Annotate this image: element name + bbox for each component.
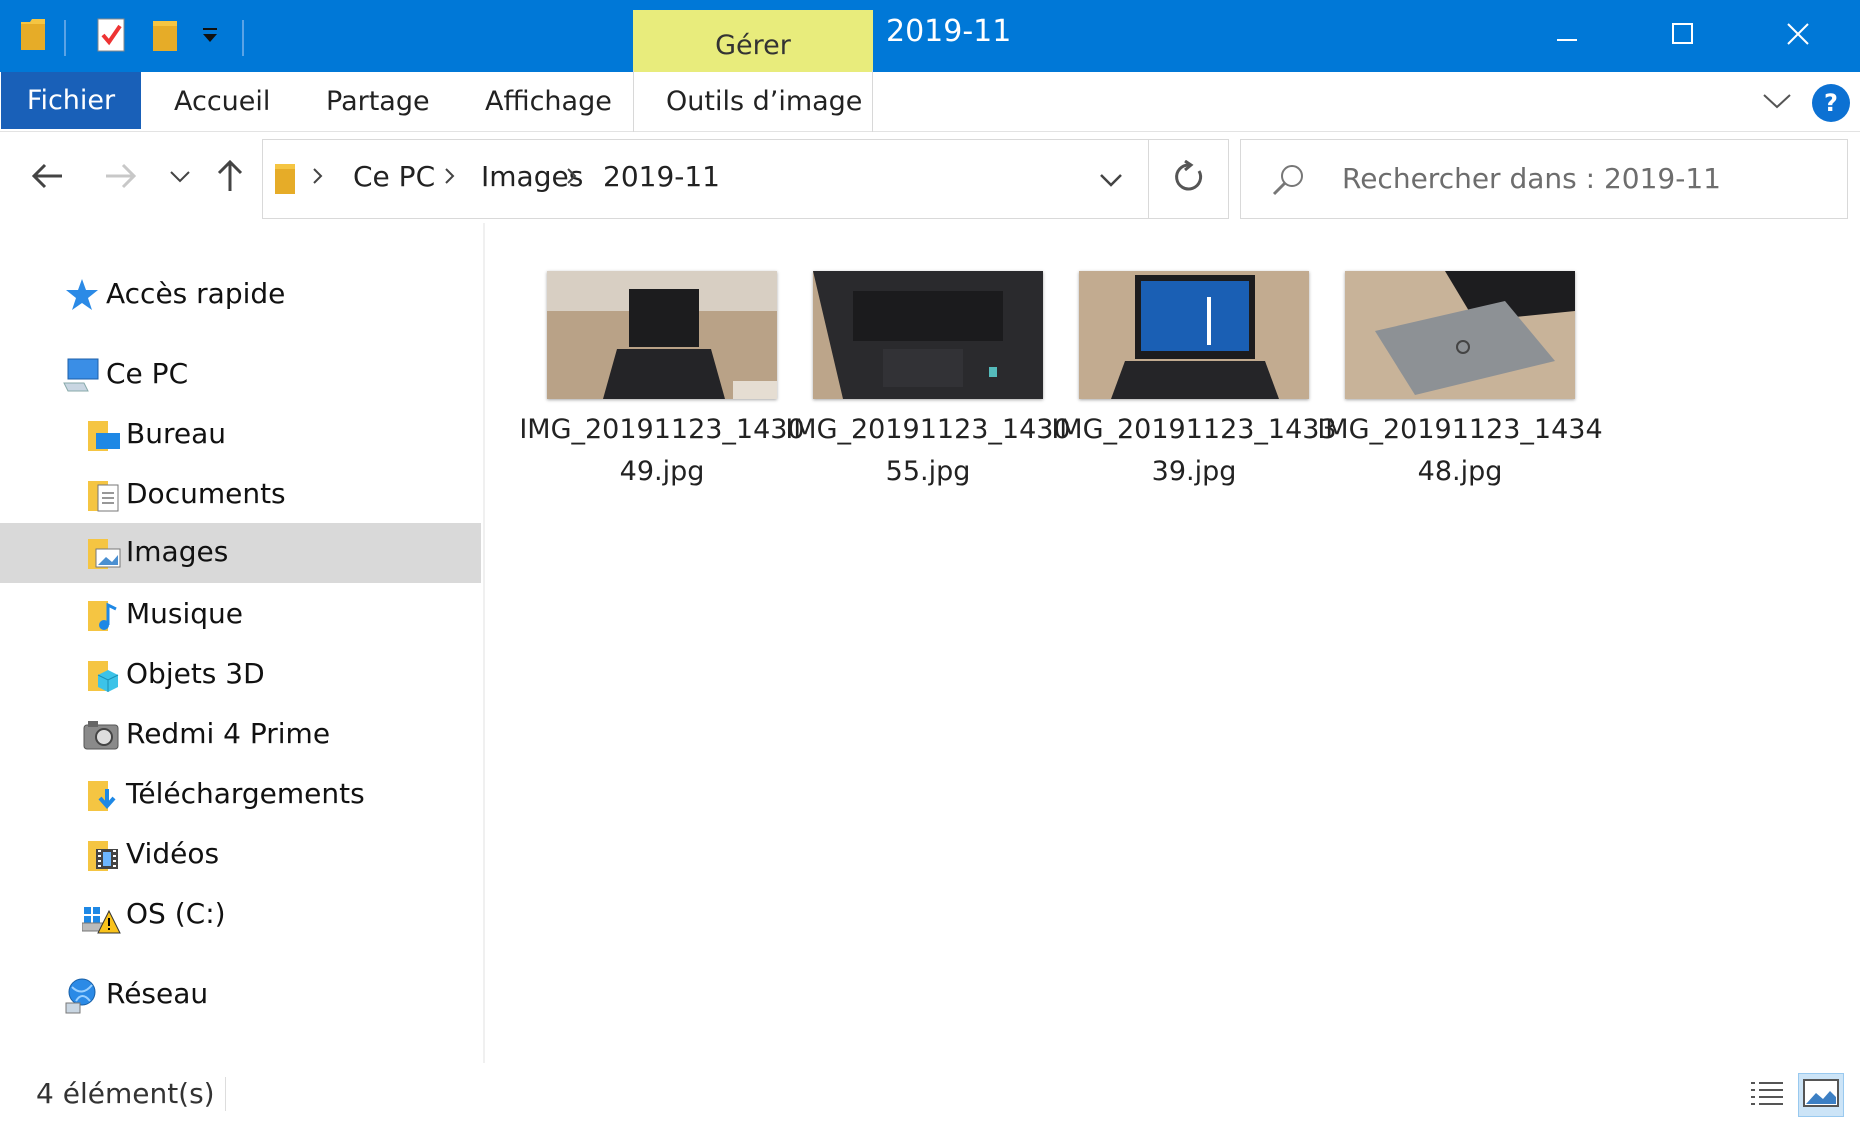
file-name: IMG_20191123_143448.jpg [1317,414,1603,487]
ribbon-tabs: Fichier Accueil Partage Affichage Outils… [0,70,1860,132]
chevron-right-icon [311,164,325,192]
image-thumbnail [547,271,777,399]
back-button[interactable] [26,155,70,201]
nav-item-quick-access[interactable]: Accès rapide [0,265,481,325]
network-icon [62,977,98,1014]
nav-item-network[interactable]: Réseau [0,965,481,1025]
folder-icon [18,16,48,58]
close-button[interactable] [1740,0,1855,72]
search-placeholder: Rechercher dans : 2019-11 [1342,162,1721,195]
nav-item-this-pc[interactable]: Ce PC [0,345,481,405]
nav-item-redmi[interactable]: Redmi 4 Prime [0,705,481,765]
item-count: 4 élément(s) [36,1077,215,1110]
refresh-button[interactable] [1149,139,1229,219]
navigation-pane: Accès rapide Ce PC Bureau Documents Imag… [0,223,485,1063]
nav-item-3d-objects[interactable]: Objets 3D [0,645,481,705]
nav-item-documents[interactable]: Documents [0,465,481,525]
breadcrumb-2019-11[interactable]: 2019-11 [603,160,720,193]
file-name: IMG_20191123_143339.jpg [1051,414,1337,487]
file-item[interactable]: IMG_20191123_143055.jpg [785,247,1071,487]
tab-view[interactable]: Affichage [485,72,612,132]
desktop-folder-icon [86,417,122,453]
image-thumbnail [813,271,1043,399]
window-title: 2019-11 [886,14,1012,49]
manage-contextual-tab[interactable]: Gérer [633,10,873,72]
maximize-button[interactable] [1625,0,1740,72]
image-thumbnail [1079,271,1309,399]
properties-icon[interactable] [96,16,126,58]
nav-item-desktop[interactable]: Bureau [0,405,481,465]
file-item[interactable]: IMG_20191123_143448.jpg [1317,247,1603,487]
search-icon [1271,162,1307,202]
nav-item-os-drive[interactable]: OS (C:) [0,885,481,945]
file-item[interactable]: IMG_20191123_143049.jpg [519,247,805,487]
help-button[interactable]: ? [1812,84,1850,122]
camera-device-icon [82,717,119,753]
folder-icon [273,160,299,202]
customize-qat-icon[interactable] [200,26,220,50]
file-name: IMG_20191123_143049.jpg [519,414,805,487]
videos-folder-icon [86,837,122,873]
chevron-right-icon [443,164,457,192]
arrow-right-icon [103,163,137,193]
minimize-button[interactable] [1510,0,1625,72]
close-icon [1786,22,1810,50]
title-bar: Gérer 2019-11 [0,0,1860,72]
breadcrumb-this-pc[interactable]: Ce PC [353,160,435,193]
forward-button[interactable] [98,155,142,201]
music-folder-icon [86,597,122,633]
pictures-folder-icon [86,535,122,571]
minimize-icon [1556,27,1579,46]
recent-locations-button[interactable] [158,155,202,201]
file-name: IMG_20191123_143055.jpg [785,414,1071,487]
file-list: IMG_20191123_143049.jpg IMG_20191123_143… [486,223,1860,1063]
status-bar: 4 élément(s) [0,1063,1860,1125]
nav-item-downloads[interactable]: Téléchargements [0,765,481,825]
image-thumbnail [1345,271,1575,399]
star-icon [64,277,100,313]
search-input[interactable]: Rechercher dans : 2019-11 [1240,139,1848,219]
address-bar[interactable]: Ce PC Images 2019-11 [262,139,1149,219]
tab-home[interactable]: Accueil [174,72,270,132]
chevron-down-icon [169,169,191,188]
nav-item-images[interactable]: Images [0,523,481,583]
documents-folder-icon [86,477,122,513]
downloads-folder-icon [86,777,122,813]
large-icons-view-icon [1803,1079,1839,1111]
arrow-left-icon [31,163,65,193]
tab-share[interactable]: Partage [326,72,430,132]
new-folder-icon[interactable] [150,16,180,58]
address-dropdown-icon[interactable] [1099,172,1123,192]
refresh-icon [1172,159,1206,198]
up-button[interactable] [208,155,252,201]
details-view-button[interactable] [1744,1073,1790,1117]
nav-item-videos[interactable]: Vidéos [0,825,481,885]
chevron-right-icon [565,164,579,192]
maximize-icon [1671,23,1694,49]
drive-warning-icon [81,897,121,934]
3d-objects-folder-icon [86,657,122,693]
details-view-icon [1749,1079,1785,1111]
expand-ribbon-icon[interactable] [1762,92,1792,114]
tab-picture-tools[interactable]: Outils d’image [666,72,862,132]
large-icons-view-button[interactable] [1798,1073,1844,1117]
address-row: Ce PC Images 2019-11 Rechercher dans : 2… [0,133,1860,223]
file-item[interactable]: IMG_20191123_143339.jpg [1051,247,1337,487]
nav-item-music[interactable]: Musique [0,585,481,645]
arrow-up-icon [217,159,243,197]
tab-file[interactable]: Fichier [1,72,141,129]
computer-icon [62,357,99,393]
